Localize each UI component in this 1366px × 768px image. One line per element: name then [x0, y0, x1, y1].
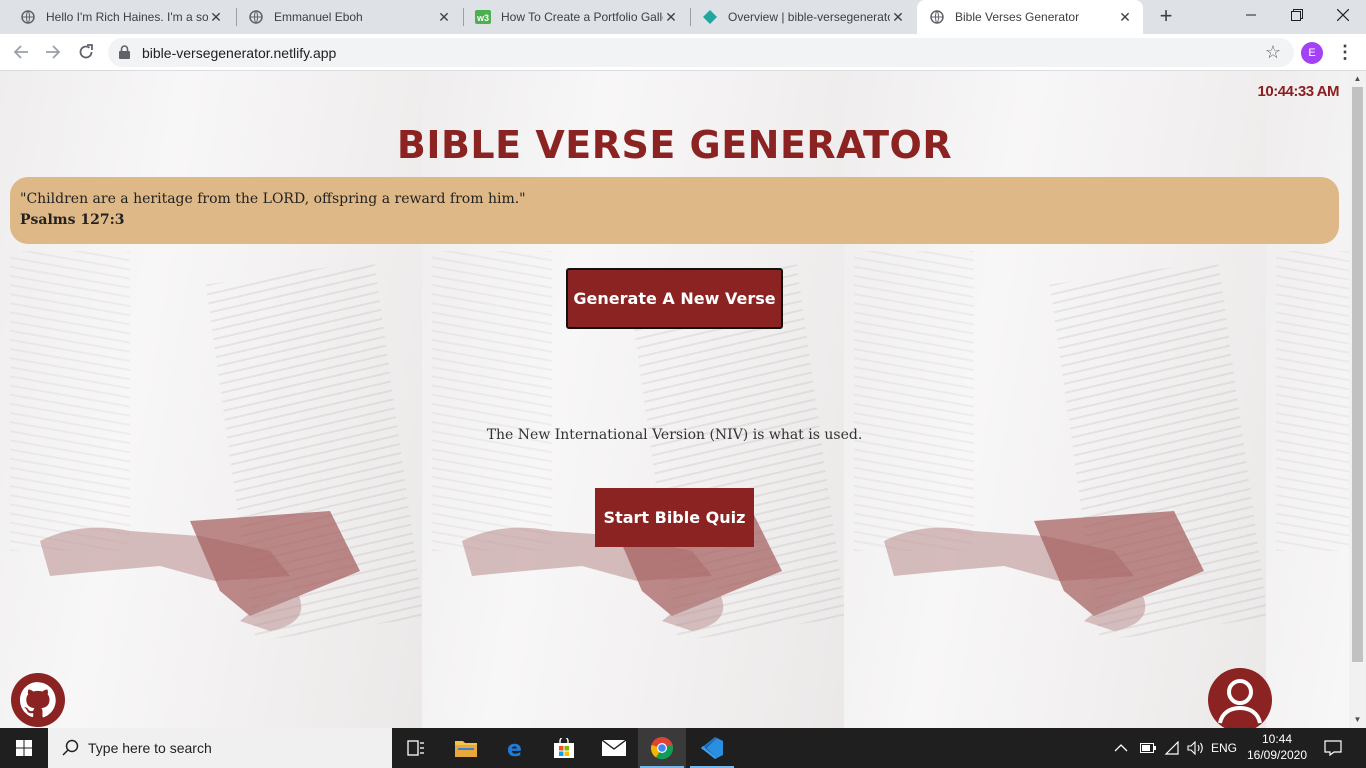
new-tab-icon[interactable]: + — [1154, 5, 1178, 29]
lock-icon[interactable] — [119, 45, 130, 64]
browser-tab-strip: Hello I'm Rich Haines. I'm a sof ✕ Emman… — [0, 0, 1366, 34]
background-bible-image — [1266, 71, 1349, 728]
windows-start-icon[interactable] — [0, 728, 48, 768]
system-date: 16/09/2020 — [1246, 748, 1308, 762]
version-note: The New International Version (NIV) is w… — [486, 427, 863, 443]
browser-tab[interactable]: Overview | bible-versegenerato ✕ — [690, 0, 916, 34]
system-time: 10:44 — [1261, 732, 1293, 746]
tab-title: How To Create a Portfolio Galle — [501, 10, 663, 24]
show-hidden-icons-icon[interactable] — [1114, 728, 1128, 768]
battery-icon[interactable] — [1140, 728, 1156, 768]
scrollbar-thumb[interactable] — [1352, 87, 1363, 662]
profile-avatar[interactable]: E — [1301, 42, 1323, 64]
verse-card: "Children are a heritage from the LORD, … — [10, 177, 1339, 244]
close-tab-icon[interactable]: ✕ — [208, 9, 224, 25]
svg-text:e: e — [507, 737, 522, 759]
w3schools-icon: w3 — [475, 9, 491, 25]
close-tab-icon[interactable]: ✕ — [890, 9, 906, 25]
close-tab-icon[interactable]: ✕ — [1117, 9, 1133, 25]
tab-title: Overview | bible-versegenerato — [728, 10, 890, 24]
globe-icon — [20, 9, 36, 25]
close-window-icon[interactable] — [1320, 0, 1366, 30]
browser-tab[interactable]: Hello I'm Rich Haines. I'm a sof ✕ — [8, 0, 234, 34]
netlify-icon — [702, 9, 718, 25]
globe-icon — [248, 9, 264, 25]
live-clock: 10:44:33 AM — [1257, 83, 1340, 100]
browser-menu-icon[interactable]: ⋮ — [1336, 42, 1354, 64]
volume-icon[interactable] — [1187, 728, 1205, 768]
page-title: BIBLE VERSE GENERATOR — [396, 123, 953, 167]
close-tab-icon[interactable]: ✕ — [663, 9, 679, 25]
bookmark-star-icon[interactable]: ☆ — [1265, 42, 1281, 63]
background-bible-image — [844, 71, 1266, 728]
restore-icon[interactable] — [1274, 0, 1320, 30]
reload-icon[interactable] — [74, 40, 98, 64]
url-text: bible-versegenerator.netlify.app — [142, 45, 337, 61]
github-icon[interactable] — [10, 672, 66, 728]
svg-text:w3: w3 — [476, 13, 489, 23]
address-bar[interactable]: bible-versegenerator.netlify.app ☆ — [108, 38, 1294, 67]
notifications-icon[interactable] — [1324, 728, 1342, 768]
page-viewport: 10:44:33 AM BIBLE VERSE GENERATOR "Child… — [0, 71, 1349, 728]
browser-tab[interactable]: w3 How To Create a Portfolio Galle ✕ — [463, 0, 689, 34]
browser-toolbar: bible-versegenerator.netlify.app ☆ E ⋮ — [0, 34, 1366, 71]
tab-title: Bible Verses Generator — [955, 10, 1080, 24]
user-profile-icon[interactable] — [1207, 667, 1273, 728]
mail-icon[interactable] — [590, 728, 638, 768]
chrome-icon[interactable] — [638, 728, 686, 768]
vscode-icon[interactable] — [688, 728, 736, 768]
language-indicator[interactable]: ENG — [1211, 728, 1237, 768]
minimize-icon[interactable] — [1228, 0, 1274, 30]
generate-verse-button[interactable]: Generate A New Verse — [566, 268, 783, 329]
edge-icon[interactable]: e — [492, 728, 540, 768]
forward-arrow-icon[interactable] — [41, 40, 65, 64]
store-icon[interactable] — [540, 728, 588, 768]
background-bible-image — [0, 71, 422, 728]
background-bible-image — [422, 71, 844, 728]
windows-taskbar: Type here to search e ENG 10:44 16/09/20… — [0, 728, 1366, 768]
search-icon — [62, 739, 80, 762]
verse-reference: Psalms 127:3 — [20, 212, 125, 228]
close-tab-icon[interactable]: ✕ — [436, 9, 452, 25]
scroll-up-icon[interactable]: ▲ — [1353, 74, 1362, 83]
tab-title: Hello I'm Rich Haines. I'm a sof — [46, 10, 208, 24]
scroll-down-icon[interactable]: ▼ — [1353, 715, 1362, 724]
search-placeholder: Type here to search — [88, 740, 212, 756]
page-scrollbar[interactable]: ▲ ▼ — [1349, 71, 1366, 728]
browser-tab-active[interactable]: Bible Verses Generator ✕ — [917, 0, 1143, 34]
task-view-icon[interactable] — [392, 728, 440, 768]
verse-text: "Children are a heritage from the LORD, … — [20, 191, 526, 207]
globe-icon — [929, 9, 945, 25]
file-explorer-icon[interactable] — [442, 728, 490, 768]
browser-tab[interactable]: Emmanuel Eboh ✕ — [236, 0, 462, 34]
start-quiz-button[interactable]: Start Bible Quiz — [595, 488, 754, 547]
wifi-icon[interactable] — [1164, 728, 1180, 768]
system-clock[interactable]: 10:44 16/09/2020 — [1240, 731, 1314, 763]
back-arrow-icon[interactable] — [9, 40, 33, 64]
tab-title: Emmanuel Eboh — [274, 10, 363, 24]
taskbar-search-input[interactable]: Type here to search — [48, 728, 392, 768]
